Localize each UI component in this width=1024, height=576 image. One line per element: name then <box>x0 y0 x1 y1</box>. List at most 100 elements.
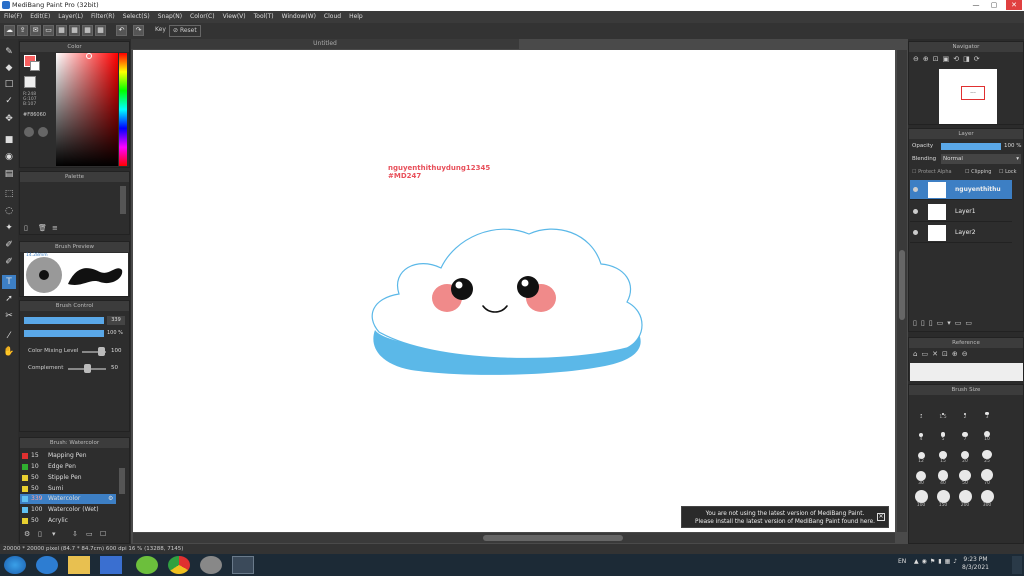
layer-visibility-icon[interactable] <box>913 187 918 192</box>
shape-tool-icon[interactable]: □ <box>2 77 16 91</box>
app-icon-green[interactable] <box>136 556 158 574</box>
layer-visibility-icon[interactable] <box>913 230 918 235</box>
zoom-in-icon[interactable]: ⊕ <box>923 55 933 63</box>
text-tool-icon[interactable]: T <box>2 275 16 289</box>
chat-icon[interactable]: ✉ <box>30 25 41 36</box>
navigator-thumbnail[interactable]: ... <box>939 69 997 124</box>
brush-size-option[interactable]: 7 <box>954 424 976 442</box>
brush-size-option[interactable]: 1.5 <box>932 402 954 420</box>
layer-row[interactable]: Layer2 <box>910 223 1012 243</box>
add-palette-icon[interactable]: ▯ <box>24 224 28 232</box>
show-desktop-button[interactable] <box>1012 556 1022 574</box>
grid2-icon[interactable]: ▦ <box>69 25 80 36</box>
complement-handle[interactable] <box>84 364 91 373</box>
palette-menu-icon[interactable]: ≡ <box>52 224 58 232</box>
medibang-taskbar-icon[interactable] <box>232 556 254 574</box>
brush-delete-icon[interactable]: ▭ <box>86 530 93 538</box>
brush-gear-icon[interactable]: ⚙ <box>108 494 113 504</box>
reference-open-icon[interactable]: ▭ <box>921 350 932 358</box>
tray-flag-icon[interactable]: ⚑ <box>930 558 938 565</box>
reference-fit-icon[interactable]: ⊡ <box>942 350 952 358</box>
menu-filter[interactable]: Filter(R) <box>87 11 119 23</box>
navigator-viewport[interactable]: ... <box>961 86 985 100</box>
reference-zoom-out-icon[interactable]: ⊖ <box>962 350 972 358</box>
menu-window[interactable]: Window(W) <box>278 11 320 23</box>
brush-menu-icon[interactable]: ▾ <box>52 530 56 538</box>
lock-checkbox[interactable]: ☐ Lock <box>999 169 1016 175</box>
new-halftone-layer-icon[interactable]: ▯ <box>921 319 929 327</box>
redo-icon[interactable]: ↷ <box>133 25 144 36</box>
brush-size-slider[interactable] <box>24 317 104 324</box>
menu-layer[interactable]: Layer(L) <box>54 11 87 23</box>
brush-item[interactable]: 50 Stipple Pen <box>20 473 116 483</box>
tray-arrow-icon[interactable]: ▲ <box>914 558 922 565</box>
brush-item[interactable]: 100 Watercolor (Wet) <box>20 505 116 515</box>
brush-size-option[interactable]: 12 <box>910 446 932 464</box>
protect-alpha-checkbox[interactable]: ☐ Protect Alpha <box>912 169 952 175</box>
ie-browser-icon[interactable] <box>36 556 58 574</box>
fill-rect-tool-icon[interactable]: ■ <box>2 133 16 147</box>
brush-cloud-icon[interactable]: ☐ <box>100 530 106 538</box>
layer-row-selected[interactable]: nguyenthithu <box>910 180 1012 200</box>
select-eraser-tool-icon[interactable]: ✐ <box>2 255 16 269</box>
actual-size-icon[interactable]: ▣ <box>943 55 954 63</box>
eyedropper-tool-icon[interactable]: ⁄ <box>2 329 16 343</box>
brush-item[interactable]: 15 Mapping Pen <box>20 451 116 461</box>
cloud-icon[interactable]: ☁ <box>4 25 15 36</box>
menu-select[interactable]: Select(S) <box>119 11 154 23</box>
color-picker-cursor[interactable] <box>86 53 92 59</box>
layer-visibility-icon[interactable] <box>913 209 918 214</box>
maximize-button[interactable]: ▢ <box>986 0 1002 10</box>
start-button-icon[interactable] <box>4 556 26 574</box>
layer-down-icon[interactable]: ▭ <box>955 319 966 327</box>
new-8bit-layer-icon[interactable]: ▯ <box>929 319 937 327</box>
notice-line-2[interactable]: Please install the latest version of Med… <box>682 518 888 526</box>
brush-size-option[interactable]: 300 <box>976 490 998 508</box>
menu-cloud[interactable]: Cloud <box>320 11 345 23</box>
delete-palette-icon[interactable]: 🗑 <box>38 224 47 232</box>
canvas-vertical-scroll-thumb[interactable] <box>899 250 905 320</box>
magic-wand-tool-icon[interactable]: ✦ <box>2 221 16 235</box>
menu-tool[interactable]: Tool(T) <box>250 11 278 23</box>
brush-size-option[interactable]: 10 <box>976 424 998 442</box>
new-layer-icon[interactable]: ▯ <box>913 319 921 327</box>
document-tab[interactable]: Untitled <box>131 39 519 49</box>
brush-import-icon[interactable]: ⇩ <box>72 530 78 538</box>
hue-slider[interactable] <box>119 53 127 166</box>
brush-size-option[interactable]: 20 <box>954 446 976 464</box>
color-wheel-icon[interactable] <box>38 127 48 137</box>
hand-tool-icon[interactable]: ✋ <box>2 345 16 359</box>
color-saturation-field[interactable] <box>56 53 118 166</box>
dotline-tool-icon[interactable]: ✓ <box>2 94 16 108</box>
undo-icon[interactable]: ↶ <box>116 25 127 36</box>
tray-network-icon[interactable]: ▦ <box>945 558 954 565</box>
layer-folder-icon[interactable]: ▭ <box>937 319 948 327</box>
menu-view[interactable]: View(V) <box>219 11 250 23</box>
tray-volume-icon[interactable]: ♪ <box>953 558 960 565</box>
minimize-button[interactable]: — <box>968 0 984 10</box>
grid4-icon[interactable]: ▦ <box>95 25 106 36</box>
brush-item[interactable]: 50 Sumi <box>20 484 116 494</box>
clock[interactable]: 9:23 PM 8/3/2021 <box>962 556 989 572</box>
transparent-swatch[interactable] <box>24 76 36 88</box>
system-tool-icon[interactable] <box>200 556 222 574</box>
brush-size-option[interactable]: 2 <box>954 402 976 420</box>
fit-icon[interactable]: ⊡ <box>933 55 943 63</box>
canvas-horizontal-scroll-thumb[interactable] <box>483 535 623 541</box>
grid3-icon[interactable]: ▦ <box>82 25 93 36</box>
close-button[interactable]: ✕ <box>1006 0 1022 10</box>
brush-size-option[interactable]: 40 <box>932 468 954 486</box>
brush-size-option[interactable]: 70 <box>976 468 998 486</box>
reference-zoom-in-icon[interactable]: ⊕ <box>952 350 962 358</box>
brush-size-option[interactable]: 50 <box>954 468 976 486</box>
lasso-tool-icon[interactable]: ◌ <box>2 204 16 218</box>
menu-color[interactable]: Color(C) <box>186 11 219 23</box>
language-indicator[interactable]: EN <box>898 558 906 565</box>
brush-size-option[interactable]: 100 <box>910 490 932 508</box>
palette-icon[interactable] <box>24 127 34 137</box>
add-brush-icon[interactable]: ▯ <box>38 530 42 538</box>
palette-scrollbar[interactable] <box>120 186 126 214</box>
brush-size-option[interactable]: 4 <box>910 424 932 442</box>
comment-icon[interactable]: ▭ <box>43 25 54 36</box>
tray-app-icon[interactable]: ◉ <box>922 558 930 565</box>
